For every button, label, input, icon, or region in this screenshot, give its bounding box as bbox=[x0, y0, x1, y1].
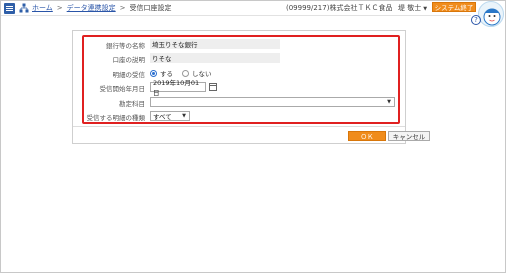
org-tree-icon bbox=[19, 3, 29, 13]
header-divider bbox=[1, 15, 471, 16]
chevron-down-icon: ▼ bbox=[423, 6, 428, 12]
breadcrumb-data-link-settings[interactable]: データ連携設定 bbox=[67, 3, 116, 13]
breadcrumb-home[interactable]: ホーム bbox=[32, 3, 53, 13]
menu-icon[interactable] bbox=[4, 2, 15, 14]
assistant-avatar[interactable] bbox=[478, 1, 504, 27]
help-icon[interactable]: ? bbox=[471, 15, 481, 25]
system-exit-button[interactable]: システム終了 bbox=[432, 2, 476, 12]
breadcrumb: ホーム > データ連携設定 > 受信口座設定 bbox=[32, 3, 172, 13]
breadcrumb-separator: > bbox=[56, 4, 63, 12]
ok-button[interactable]: ＯＫ bbox=[348, 131, 386, 141]
highlight-box bbox=[82, 35, 400, 124]
breadcrumb-separator: > bbox=[119, 4, 126, 12]
user-name: 堤 敬士 bbox=[398, 4, 422, 12]
top-bar: ホーム > データ連携設定 > 受信口座設定 bbox=[1, 1, 505, 15]
cancel-button[interactable]: キャンセル bbox=[388, 131, 430, 141]
breadcrumb-current: 受信口座設定 bbox=[129, 4, 172, 12]
user-menu[interactable]: 堤 敬士 ▼ bbox=[398, 3, 427, 13]
company-name: (09999/217)株式会社ＴＫＣ食品 bbox=[286, 4, 393, 12]
panel-divider bbox=[73, 126, 405, 127]
